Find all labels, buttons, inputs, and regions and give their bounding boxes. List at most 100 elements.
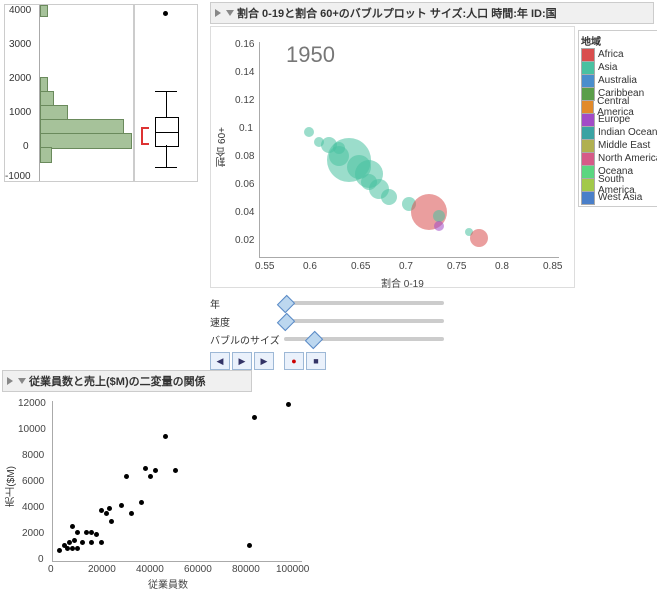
y-tick: 4000: [9, 5, 31, 16]
legend-swatch: [581, 48, 595, 62]
legend-swatch: [581, 139, 595, 153]
y-tick: 0.08: [235, 151, 254, 162]
caret-down-icon[interactable]: [18, 378, 26, 384]
y-tick: 0.02: [235, 235, 254, 246]
scatter-point: [80, 540, 85, 545]
y-tick: 2000: [9, 73, 31, 84]
bubble-title-bar[interactable]: 割合 0-19と割合 60+のバブルプロット サイズ:人口 時間:年 ID:国: [210, 2, 654, 24]
x-tick: 0.6: [303, 261, 317, 272]
y-axis-title: 売上($M): [4, 466, 19, 507]
scatter-point: [109, 519, 114, 524]
y-tick: 0: [38, 554, 44, 565]
scatter-point: [139, 500, 144, 505]
scatter-point: [252, 415, 257, 420]
slider-speed[interactable]: [284, 319, 444, 323]
legend-item[interactable]: North America: [581, 152, 657, 165]
scatter-title: 従業員数と売上($M)の二変量の関係: [29, 373, 206, 389]
y-tick: 4000: [22, 502, 44, 513]
record-button[interactable]: ●: [284, 352, 304, 370]
y-tick: 2000: [22, 528, 44, 539]
slider-size[interactable]: [284, 337, 444, 341]
scatter-title-bar[interactable]: 従業員数と売上($M)の二変量の関係: [2, 370, 252, 392]
scatter-plot-area: 売上($M) 12000 10000 8000 6000 4000 2000 0…: [8, 396, 308, 586]
step-back-button[interactable]: ◀: [210, 352, 230, 370]
legend-swatch: [581, 74, 595, 88]
stop-button[interactable]: ■: [306, 352, 326, 370]
x-tick: 0.55: [255, 261, 274, 272]
legend-item[interactable]: South America: [581, 178, 657, 191]
whisker-line: [166, 91, 167, 117]
legend-label: North America: [598, 153, 657, 164]
step-fwd-button[interactable]: ▶: [254, 352, 274, 370]
disclosure-icon[interactable]: [7, 377, 13, 385]
legend-swatch: [581, 191, 595, 205]
scatter-point: [107, 506, 112, 511]
outlier-point: [163, 11, 168, 16]
histogram-plot: 4000 3000 2000 1000 0 -1000: [4, 4, 134, 182]
hist-bar: [40, 133, 132, 149]
disclosure-icon[interactable]: [215, 9, 221, 17]
y-axis-title: 割合 60+: [215, 127, 230, 167]
whisker-line: [166, 145, 167, 167]
bubble-title: 割合 0-19と割合 60+のバブルプロット サイズ:人口 時間:年 ID:国: [237, 5, 557, 21]
slider-size-row: バブルのサイズ: [210, 330, 654, 348]
scatter-point: [119, 503, 124, 508]
scatter-panel: 従業員数と売上($M)の二変量の関係 売上($M) 12000 10000 80…: [2, 370, 342, 586]
y-tick: 0.16: [235, 39, 254, 50]
legend-label: Europe: [598, 114, 630, 125]
slider-speed-row: 速度: [210, 312, 654, 330]
legend-swatch: [581, 152, 595, 166]
caret-down-icon[interactable]: [226, 10, 234, 16]
y-tick: 0.04: [235, 207, 254, 218]
slider-year[interactable]: [284, 301, 444, 305]
scatter-point: [173, 468, 178, 473]
y-tick: 1000: [9, 107, 31, 118]
y-tick: 0.06: [235, 179, 254, 190]
legend-swatch: [581, 100, 594, 114]
y-tick: 12000: [18, 398, 46, 409]
legend-item[interactable]: Central America: [581, 100, 657, 113]
legend-item[interactable]: Africa: [581, 48, 657, 61]
y-tick: 8000: [22, 450, 44, 461]
scatter-point: [247, 543, 252, 548]
scatter-point: [143, 466, 148, 471]
x-axis-title: 割合 0-19: [381, 275, 424, 290]
x-tick: 0.8: [495, 261, 509, 272]
x-tick: 40000: [136, 564, 164, 575]
x-tick: 20000: [88, 564, 116, 575]
x-tick: 0: [48, 564, 54, 575]
scatter-point: [286, 402, 291, 407]
slider-year-label: 年: [210, 296, 280, 311]
slider-thumb[interactable]: [305, 331, 323, 349]
legend-item[interactable]: Indian Ocean: [581, 126, 657, 139]
play-button[interactable]: ▶: [232, 352, 252, 370]
legend-swatch: [581, 87, 595, 101]
slider-size-label: バブルのサイズ: [210, 332, 280, 347]
legend-title: 地域: [581, 33, 657, 48]
bracket-icon: [141, 127, 149, 145]
y-tick: 10000: [18, 424, 46, 435]
bubble-svg: [259, 42, 559, 257]
legend-label: Middle East: [598, 140, 650, 151]
whisker-cap: [155, 167, 177, 168]
legend-swatch: [581, 165, 595, 179]
scatter-point: [89, 540, 94, 545]
playback-buttons: ◀ ▶ ▶ ● ■: [210, 352, 654, 370]
y-tick: 0.12: [235, 95, 254, 106]
bubble-plot-area: 1950 割合 60+ 0.16 0.14 0.12 0.1 0.08 0.06…: [210, 26, 575, 288]
y-tick: 3000: [9, 39, 31, 50]
y-tick: 0: [23, 141, 29, 152]
legend-label: Indian Ocean: [598, 127, 657, 138]
x-axis-title: 従業員数: [148, 576, 188, 591]
scatter-point: [163, 434, 168, 439]
box: [155, 117, 179, 147]
legend-swatch: [581, 126, 595, 140]
bubble-panel: 割合 0-19と割合 60+のバブルプロット サイズ:人口 時間:年 ID:国 …: [210, 2, 654, 370]
legend-item[interactable]: Australia: [581, 74, 657, 87]
median-line: [156, 132, 178, 133]
legend-swatch: [581, 61, 595, 75]
hist-bar: [40, 147, 52, 163]
legend-item[interactable]: Asia: [581, 61, 657, 74]
scatter-point: [72, 538, 77, 543]
legend-item[interactable]: Middle East: [581, 139, 657, 152]
